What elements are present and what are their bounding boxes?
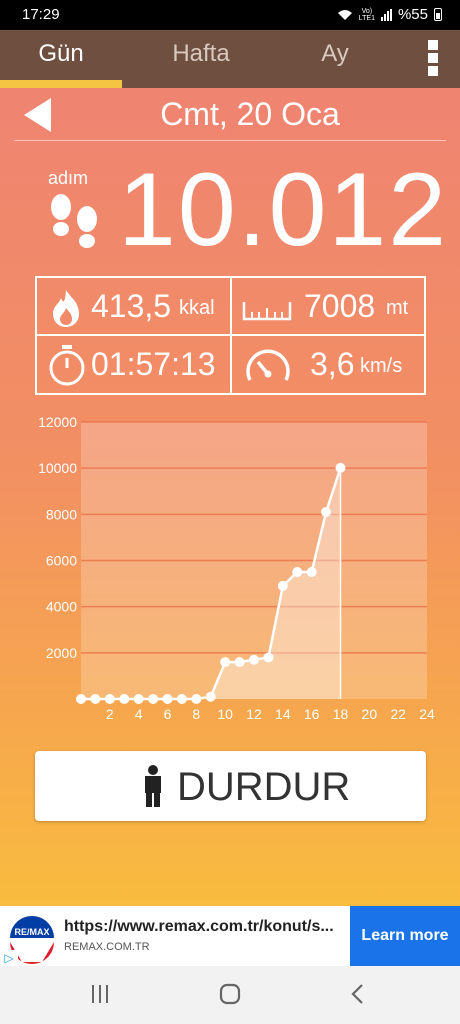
stop-button-label: DURDUR <box>177 765 351 809</box>
footprint-icon-2 <box>77 206 97 248</box>
wifi-icon <box>337 9 352 20</box>
back-icon[interactable] <box>350 983 364 1005</box>
chart-data-point <box>148 694 159 704</box>
chart-x-tick-label: 16 <box>304 706 320 722</box>
chart-data-point <box>263 652 274 663</box>
divider <box>14 140 446 141</box>
chart-x-tick-label: 18 <box>333 706 349 722</box>
tab-month-label: Ay <box>321 40 349 67</box>
chart-data-point <box>119 694 130 704</box>
calories-stat: 413,5 kkal <box>37 278 232 336</box>
chart-data-point <box>90 694 101 704</box>
calories-unit: kkal <box>179 297 215 319</box>
chart-data-point <box>321 507 332 518</box>
chart-x-tick-label: 20 <box>362 706 378 722</box>
speed-unit: km/s <box>360 355 403 377</box>
status-bar: 17:29 Vo) LTE1 %55 <box>0 0 460 30</box>
distance-value: 7008 <box>304 288 376 324</box>
chart-data-point <box>205 691 216 702</box>
steps-chart: 120001000080006000400020002 4 6 8 10 12 14 16 18… <box>38 414 435 722</box>
ad-domain: REMAX.COM.TR <box>64 941 150 953</box>
adchoices-icon[interactable]: ▷ <box>0 950 18 966</box>
calories-value: 413,5 <box>91 288 172 324</box>
tab-month[interactable]: Ay <box>274 30 396 88</box>
signal-icon <box>380 8 392 21</box>
system-nav-bar <box>0 966 460 1024</box>
chart-x-tick-label: 22 <box>390 706 406 722</box>
main-panel: Cmt, 20 Oca adım 10.012 413,5 kkal 7008 <box>0 88 460 906</box>
flame-icon <box>53 290 79 327</box>
chart-data-point <box>335 462 346 473</box>
chart-x-tick-label: 4 <box>135 706 143 722</box>
stats-grid: 413,5 kkal 7008 mt 01:57:13 3,6 km/s <box>35 276 426 395</box>
chart-data-point <box>249 654 259 665</box>
remax-logo-text: RE/MAX <box>14 927 49 937</box>
chart-y-tick-label: 6000 <box>46 553 77 569</box>
ad-banner[interactable]: RE/MAX https://www.remax.com.tr/konut/s.… <box>0 906 460 966</box>
distance-unit: mt <box>386 297 409 319</box>
battery-percent: %55 <box>397 6 428 23</box>
chart-y-tick-label: 2000 <box>46 645 77 661</box>
chart-data-point <box>162 694 173 704</box>
recents-icon[interactable] <box>90 983 110 1005</box>
home-icon[interactable] <box>218 983 242 1005</box>
steps-count: 10.012 <box>118 152 449 268</box>
tab-active-indicator <box>0 80 122 88</box>
chart-y-tick-label: 10000 <box>38 460 77 476</box>
status-icons: Vo) LTE1 %55 <box>337 6 442 23</box>
tab-week-label: Hafta <box>172 40 230 67</box>
learn-more-button[interactable]: Learn more <box>350 906 460 966</box>
stopwatch-icon <box>49 345 85 386</box>
tab-day[interactable]: Gün <box>0 30 122 88</box>
steps-label: adım <box>48 168 89 188</box>
volte-label: Vo) LTE1 <box>358 7 375 22</box>
person-icon <box>145 765 161 807</box>
chart-x-tick-label: 24 <box>419 706 435 722</box>
chart-data-point <box>306 567 317 578</box>
chart-data-point <box>104 694 115 704</box>
chart-data-point <box>277 580 288 591</box>
ad-url[interactable]: https://www.remax.com.tr/konut/s... <box>64 918 344 936</box>
chart-x-tick-label: 14 <box>275 706 291 722</box>
chart-data-point <box>220 657 231 668</box>
tab-bar: Gün Hafta Ay <box>0 30 460 88</box>
previous-day-button[interactable] <box>24 98 51 132</box>
tab-week[interactable]: Hafta <box>140 30 262 88</box>
footprint-icon <box>51 194 71 236</box>
chart-y-tick-label: 8000 <box>46 506 77 522</box>
chart-data-point <box>176 694 187 704</box>
date-label: Cmt, 20 Oca <box>160 96 340 132</box>
duration-stat: 01:57:13 <box>37 336 232 394</box>
chart-data-point <box>133 694 144 704</box>
distance-stat: 7008 mt <box>232 278 427 336</box>
date-bar: Cmt, 20 Oca <box>0 88 460 140</box>
duration-value: 01:57:13 <box>91 346 216 382</box>
chart-y-tick-label: 12000 <box>38 414 77 430</box>
chart-x-tick-label: 10 <box>217 706 233 722</box>
speed-value: 3,6 <box>310 346 355 382</box>
overflow-menu-icon[interactable] <box>428 40 440 79</box>
speed-stat: 3,6 km/s <box>232 336 427 394</box>
tab-day-label: Gün <box>38 40 84 67</box>
chart-y-tick-label: 4000 <box>46 599 77 615</box>
speedometer-icon <box>246 349 290 381</box>
chart-x-tick-label: 2 <box>106 706 114 722</box>
chart-data-point <box>234 657 245 668</box>
chart-x-tick-label: 12 <box>246 706 262 722</box>
chart-data-point <box>76 694 86 704</box>
chart-x-tick-label: 8 <box>192 706 200 722</box>
ruler-icon <box>242 302 292 321</box>
battery-icon <box>434 8 442 21</box>
status-time: 17:29 <box>22 6 60 23</box>
chart-x-tick-label: 6 <box>164 706 172 722</box>
chart-data-point <box>292 567 303 578</box>
stop-button[interactable]: DURDUR <box>35 751 426 821</box>
chart-data-point <box>191 694 202 704</box>
